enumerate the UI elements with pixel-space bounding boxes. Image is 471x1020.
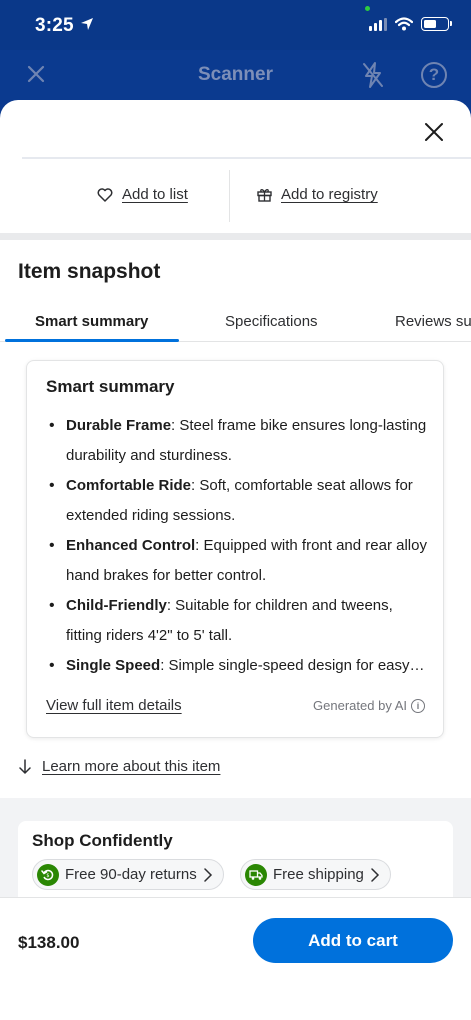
actions-row: Add to list Add to registry — [0, 160, 471, 232]
smart-summary-card: Smart summary Durable Frame: Steel frame… — [26, 360, 444, 738]
sheet-close-icon[interactable] — [424, 122, 444, 142]
wifi-icon — [395, 17, 413, 31]
bullet-heading: Single Speed — [66, 657, 161, 674]
add-to-registry-label: Add to registry — [281, 186, 378, 203]
purchase-footer: $138.00 Add to cart — [0, 897, 471, 1020]
add-to-cart-button[interactable]: Add to cart — [253, 918, 453, 963]
free-returns-chip[interactable]: $ Free 90-day returns — [32, 859, 224, 890]
svg-text:$: $ — [46, 873, 49, 879]
status-icons — [369, 17, 452, 31]
tab-specifications[interactable]: Specifications — [225, 313, 318, 330]
arrow-down-icon — [19, 758, 31, 774]
divider — [22, 157, 471, 159]
learn-more-label: Learn more about this item — [42, 758, 221, 775]
status-bar: 3:25 — [0, 0, 471, 50]
learn-more-link[interactable]: Learn more about this item — [18, 758, 220, 775]
chevron-right-icon — [203, 867, 212, 882]
snapshot-tabs: Smart summary Specifications Reviews su — [0, 300, 471, 342]
bullet-heading: Child-Friendly — [66, 597, 167, 614]
list-item: Child-Friendly: Suitable for children an… — [47, 591, 429, 651]
section-separator — [0, 233, 471, 240]
bullet-heading: Enhanced Control — [66, 537, 196, 554]
privacy-indicator — [365, 6, 370, 11]
scanner-title: Scanner — [198, 64, 273, 85]
shop-title: Shop Confidently — [32, 831, 173, 850]
summary-list: Durable Frame: Steel frame bike ensures … — [47, 411, 429, 681]
add-to-list-label: Add to list — [122, 186, 188, 203]
divider — [229, 170, 230, 222]
free-shipping-chip[interactable]: Free shipping — [240, 859, 391, 890]
bullet-heading: Comfortable Ride — [66, 477, 192, 494]
generated-by-ai[interactable]: Generated by AI i — [313, 698, 425, 713]
info-icon[interactable]: i — [411, 698, 425, 713]
list-item: Comfortable Ride: Soft, comfortable seat… — [47, 471, 429, 531]
signal-icon — [369, 17, 387, 31]
chip-label: Free shipping — [273, 866, 364, 883]
add-to-list-button[interactable]: Add to list — [97, 186, 188, 203]
heart-icon — [97, 187, 113, 202]
tab-reviews-summary[interactable]: Reviews su — [395, 313, 471, 330]
card-title: Smart summary — [46, 377, 175, 396]
truck-icon — [245, 863, 267, 886]
bullet-heading: Durable Frame — [66, 417, 172, 434]
list-item: Single Speed: Simple single-speed design… — [47, 651, 429, 681]
returns-icon: $ — [37, 863, 59, 886]
status-time: 3:25 — [35, 15, 74, 36]
active-tab-indicator — [5, 339, 179, 342]
chip-label: Free 90-day returns — [65, 866, 197, 883]
scanner-header: Scanner ? — [0, 50, 471, 105]
list-item: Enhanced Control: Equipped with front an… — [47, 531, 429, 591]
help-icon[interactable]: ? — [421, 62, 447, 88]
location-arrow-icon — [81, 18, 93, 30]
flash-off-icon[interactable] — [360, 61, 386, 89]
list-item: Durable Frame: Steel frame bike ensures … — [47, 411, 429, 471]
add-to-registry-button[interactable]: Add to registry — [257, 186, 378, 203]
generated-by-ai-label: Generated by AI — [313, 698, 407, 713]
tab-smart-summary[interactable]: Smart summary — [35, 313, 148, 330]
price: $138.00 — [18, 933, 80, 952]
item-sheet: Add to list Add to registry Item snapsho… — [0, 100, 471, 1020]
gift-icon — [257, 189, 272, 202]
chevron-right-icon — [371, 867, 379, 882]
bullet-text: : Simple single-speed design for easy… — [160, 657, 425, 674]
section-title: Item snapshot — [18, 260, 161, 283]
battery-icon — [421, 17, 452, 31]
view-full-details-link[interactable]: View full item details — [46, 697, 182, 714]
